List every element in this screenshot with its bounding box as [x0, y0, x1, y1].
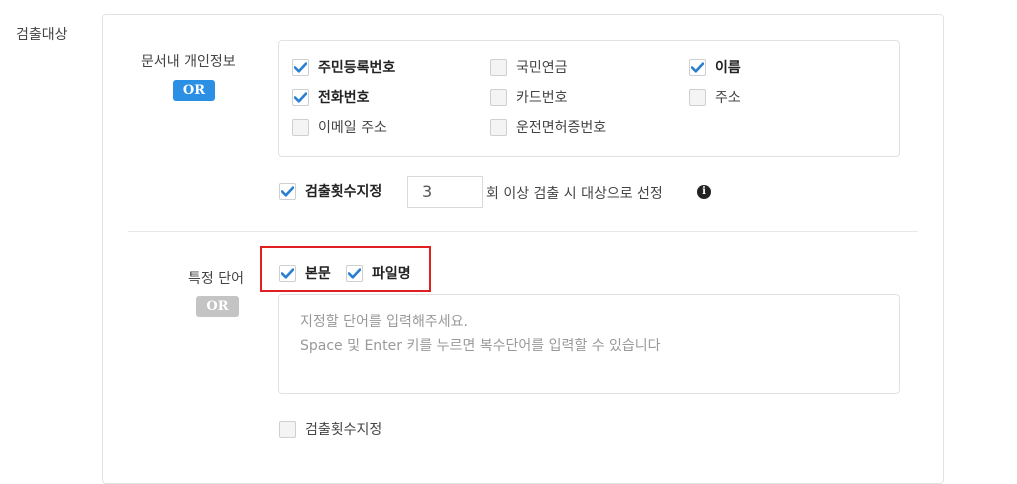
- personal-count-checkbox[interactable]: 검출횟수지정: [279, 181, 382, 201]
- personal-info-label: 문서내 개인정보: [141, 54, 236, 70]
- checkbox-box: [490, 118, 507, 136]
- checkbox-label: 주소: [715, 90, 741, 106]
- checkbox-box: [689, 88, 706, 106]
- keyword-count-label: 검출횟수지정: [305, 422, 383, 438]
- personal-info-checkbox[interactable]: 주소: [689, 87, 741, 107]
- checkbox-label: 국민연금: [516, 60, 568, 76]
- checkbox-label: 카드번호: [516, 90, 568, 106]
- check-icon: [294, 61, 307, 73]
- personal-info-checkbox[interactable]: 이름: [689, 57, 741, 77]
- checkbox-box: [279, 264, 296, 282]
- textarea-placeholder-line1: 지정할 단어를 입력해주세요.: [300, 314, 468, 330]
- personal-info-checkbox[interactable]: 운전면허증번호: [490, 117, 606, 137]
- checkbox-box: [689, 58, 706, 76]
- checkbox-box: [292, 88, 309, 106]
- count-suffix: 회 이상 검출 시 대상으로 선정: [486, 186, 663, 202]
- keyword-label: 특정 단어: [188, 271, 244, 287]
- checkbox-label: 주민등록번호: [318, 60, 396, 76]
- personal-info-checkbox[interactable]: 카드번호: [490, 87, 568, 107]
- checkbox-box: [490, 58, 507, 76]
- checkbox-box: [346, 264, 363, 282]
- keyword-target-checkbox[interactable]: 파일명: [346, 263, 411, 283]
- checkbox-label: 운전면허증번호: [516, 120, 607, 136]
- checkbox-box: [490, 88, 507, 106]
- personal-info-checkbox[interactable]: 국민연금: [490, 57, 568, 77]
- checkbox-label: 전화번호: [318, 90, 370, 106]
- checkbox-label: 이름: [715, 60, 741, 76]
- checkbox-box: [292, 58, 309, 76]
- section-divider: [128, 231, 918, 232]
- keyword-target-checkbox[interactable]: 본문: [279, 263, 331, 283]
- checkbox-label: 이메일 주소: [318, 120, 387, 136]
- check-icon: [281, 185, 294, 197]
- keyword-or-badge[interactable]: OR: [196, 296, 239, 317]
- check-icon: [294, 91, 307, 103]
- count-input[interactable]: 3: [407, 176, 483, 208]
- checkbox-label: 파일명: [372, 266, 411, 282]
- check-icon: [348, 267, 361, 279]
- keyword-count-checkbox[interactable]: 검출횟수지정: [279, 419, 382, 439]
- checkbox-box: [279, 182, 296, 200]
- info-icon[interactable]: i: [697, 185, 711, 199]
- section-title: 검출대상: [16, 27, 68, 43]
- personal-info-checkbox[interactable]: 전화번호: [292, 87, 370, 107]
- check-icon: [691, 61, 704, 73]
- checkbox-label: 본문: [305, 266, 331, 282]
- personal-info-checkbox[interactable]: 주민등록번호: [292, 57, 395, 77]
- personal-info-checkbox[interactable]: 이메일 주소: [292, 117, 387, 137]
- checkbox-box: [279, 420, 296, 438]
- personal-info-or-badge[interactable]: OR: [173, 80, 215, 101]
- personal-count-label: 검출횟수지정: [305, 184, 383, 200]
- checkbox-box: [292, 118, 309, 136]
- check-icon: [281, 267, 294, 279]
- textarea-placeholder-line2: Space 및 Enter 키를 누르면 복수단어를 입력할 수 있습니다: [300, 338, 661, 354]
- keyword-textarea[interactable]: 지정할 단어를 입력해주세요. Space 및 Enter 키를 누르면 복수단…: [278, 294, 900, 394]
